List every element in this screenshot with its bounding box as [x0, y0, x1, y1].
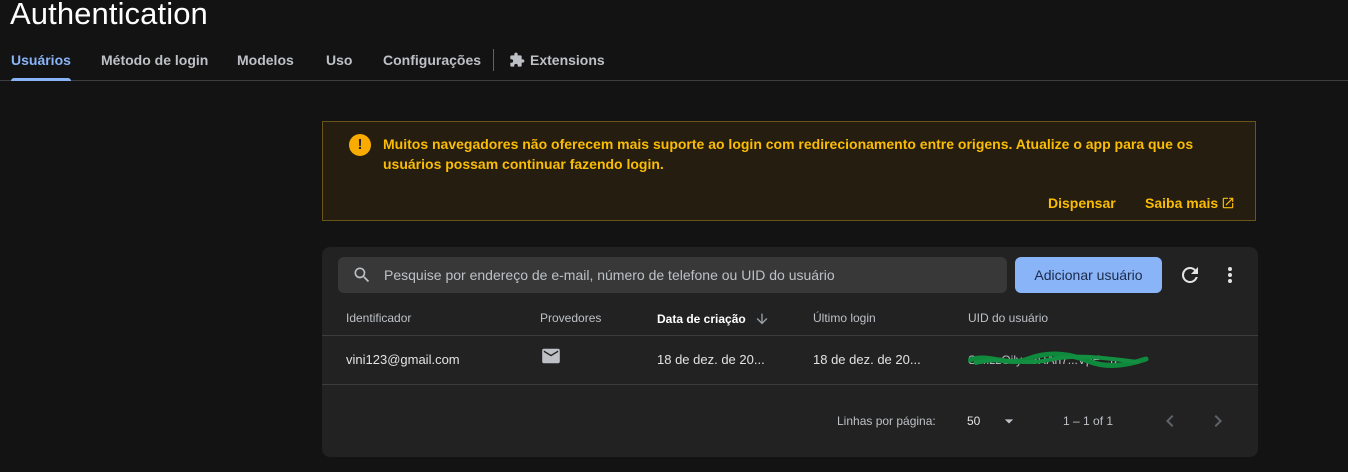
- cross-origin-warning-banner: ! Muitos navegadores não oferecem mais s…: [322, 121, 1256, 221]
- tab-configuracoes[interactable]: Configurações: [383, 40, 481, 80]
- pagination-range: 1 – 1 of 1: [1063, 414, 1114, 428]
- warning-icon: !: [349, 134, 371, 156]
- learn-more-label: Saiba mais: [1145, 195, 1219, 211]
- learn-more-link[interactable]: Saiba mais: [1145, 195, 1235, 211]
- tab-modelos[interactable]: Modelos: [237, 40, 294, 80]
- next-page-button[interactable]: [1206, 409, 1230, 433]
- search-input[interactable]: [382, 266, 1006, 284]
- search-box[interactable]: [338, 257, 1007, 293]
- rows-per-page-label: Linhas por página:: [837, 414, 936, 428]
- column-header-last-login: Último login: [813, 311, 876, 325]
- column-header-identifier: Identificador: [346, 311, 412, 325]
- tab-bar: Usuários Método de login Modelos Uso Con…: [0, 40, 1348, 81]
- add-user-button[interactable]: Adicionar usuário: [1015, 257, 1162, 293]
- column-header-uid: UID do usuário: [968, 311, 1049, 325]
- column-header-created[interactable]: Data de criação: [657, 311, 770, 327]
- more-options-button[interactable]: [1218, 263, 1242, 287]
- dismiss-button[interactable]: Dispensar: [1048, 195, 1116, 211]
- row-uid: Sr...zzOily...5RAh7...VpE...a...: [968, 351, 1158, 369]
- row-last-login: 18 de dez. de 20...: [813, 352, 921, 367]
- search-icon: [354, 267, 370, 283]
- tab-extensions-label: Extensions: [530, 52, 605, 68]
- chevron-right-icon: [1214, 415, 1222, 427]
- previous-page-button[interactable]: [1158, 409, 1182, 433]
- warning-message: Muitos navegadores não oferecem mais sup…: [383, 136, 1194, 172]
- chevron-left-icon: [1166, 415, 1174, 427]
- page-title: Authentication: [10, 0, 208, 31]
- row-divider: [322, 384, 1258, 385]
- tab-uso[interactable]: Uso: [326, 40, 352, 80]
- column-header-providers: Provedores: [540, 311, 602, 325]
- tab-metodo-de-login[interactable]: Método de login: [101, 40, 208, 80]
- arrow-down-icon: [756, 313, 768, 325]
- redaction-scribble: [968, 351, 1149, 368]
- more-vert-icon: [1228, 267, 1232, 283]
- extensions-icon: [510, 52, 525, 67]
- row-identifier: vini123@gmail.com: [346, 352, 460, 367]
- users-table-card: Adicionar usuário Identificador Provedor…: [322, 247, 1258, 457]
- refresh-icon: [1181, 266, 1198, 283]
- tab-extensions[interactable]: Extensions: [509, 40, 605, 80]
- open-in-new-icon: [1222, 197, 1234, 209]
- row-created: 18 de dez. de 20...: [657, 352, 765, 367]
- mail-icon: [541, 348, 561, 364]
- tab-divider: [493, 49, 494, 71]
- dismiss-label: Dispensar: [1048, 195, 1116, 211]
- column-header-created-label: Data de criação: [657, 312, 746, 326]
- refresh-button[interactable]: [1178, 263, 1202, 287]
- dropdown-arrow-icon: [1004, 419, 1014, 424]
- header-divider: [322, 335, 1258, 336]
- rows-per-page-value: 50: [967, 414, 981, 428]
- tab-usuarios[interactable]: Usuários: [11, 40, 71, 81]
- rows-per-page-select[interactable]: 50: [967, 409, 1019, 433]
